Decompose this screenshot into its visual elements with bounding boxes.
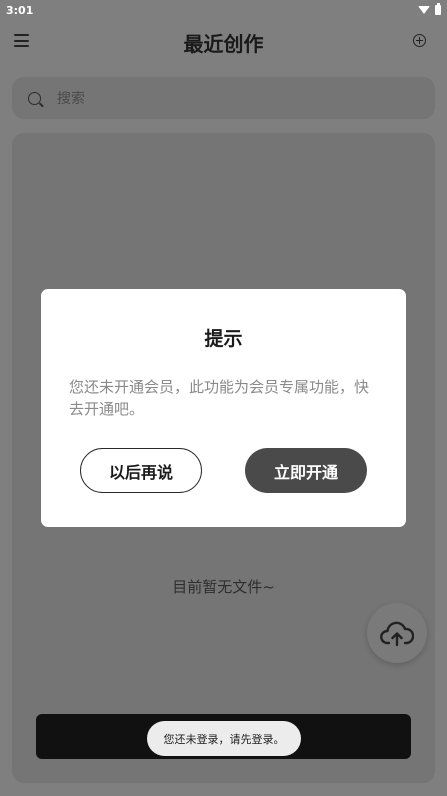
later-button[interactable]: 以后再说: [80, 448, 202, 493]
add-circle-icon[interactable]: [413, 34, 426, 47]
membership-dialog: 提示 您还未开通会员，此功能为会员专属功能，快去开通吧。 以后再说 立即开通: [41, 289, 406, 527]
dialog-title: 提示: [204, 328, 243, 350]
wifi-icon: [418, 6, 430, 14]
upload-button[interactable]: [367, 603, 427, 663]
header: 最近创作: [0, 20, 447, 64]
status-time: 3:01: [6, 3, 34, 17]
search-icon: [28, 91, 41, 105]
open-membership-button[interactable]: 立即开通: [245, 448, 367, 493]
page-title: 最近创作: [183, 31, 264, 56]
search-placeholder: 搜索: [57, 91, 85, 107]
status-bar: 3:01: [0, 0, 447, 20]
search-input[interactable]: 搜索: [12, 77, 435, 119]
battery-icon: [435, 3, 441, 15]
empty-state-text: 目前暂无文件~: [172, 578, 275, 596]
status-icons: [418, 3, 441, 15]
dialog-message: 您还未开通会员，此功能为会员专属功能，快去开通吧。: [69, 378, 370, 418]
toast-message: 您还未登录，请先登录。: [147, 721, 301, 756]
cloud-upload-icon: [380, 621, 414, 647]
menu-icon[interactable]: [14, 34, 29, 47]
